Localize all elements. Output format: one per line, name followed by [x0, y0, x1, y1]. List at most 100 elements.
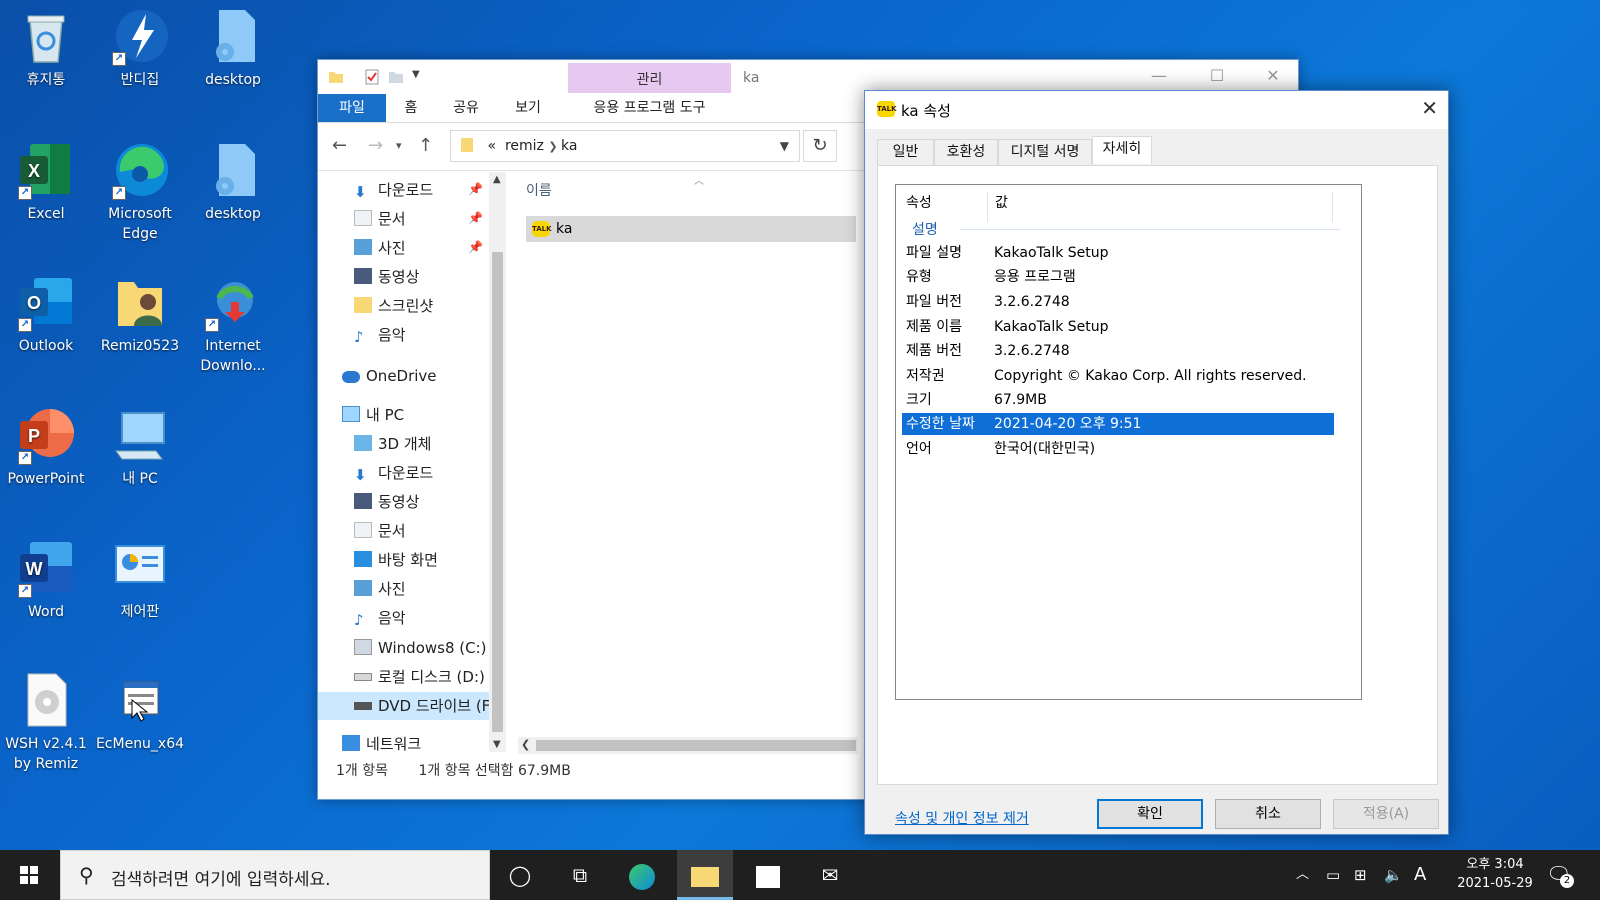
breadcrumb-remiz[interactable]: remiz	[505, 138, 544, 154]
column-divider[interactable]	[987, 192, 988, 222]
wsh-file-icon[interactable]: WSH v2.4.1 by Remiz	[0, 670, 92, 774]
remiz-folder-icon[interactable]: Remiz0523	[94, 272, 186, 356]
nav-pictures-pinned[interactable]: 사진	[354, 234, 406, 262]
close-button[interactable]: ✕	[1258, 66, 1288, 88]
tab-view[interactable]: 보기	[510, 94, 546, 122]
network-icon[interactable]: ⊞	[1354, 850, 1367, 900]
tab-general[interactable]: 일반	[877, 139, 934, 165]
detail-row[interactable]: 파일 버전 3.2.6.2748	[902, 291, 1334, 313]
breadcrumb-prefix[interactable]: «	[487, 138, 496, 154]
detail-row[interactable]: 제품 버전 3.2.6.2748	[902, 340, 1334, 362]
file-explorer-taskbar-icon[interactable]	[677, 850, 733, 900]
task-view-icon[interactable]: ⧉	[552, 850, 608, 900]
ime-indicator[interactable]: A	[1414, 850, 1426, 900]
scroll-thumb[interactable]	[492, 252, 503, 732]
detail-row[interactable]: 크기 67.9MB	[902, 389, 1334, 411]
breadcrumb-ka[interactable]: ka	[561, 138, 577, 154]
pin-icon[interactable]: 📌	[468, 240, 483, 254]
volume-icon[interactable]: 🔈	[1384, 850, 1403, 900]
forward-arrow-icon[interactable]: →	[368, 135, 383, 156]
detail-row-selected[interactable]: 수정한 날짜 2021-04-20 오후 9:51	[902, 413, 1334, 435]
recent-locations-chevron-icon[interactable]: ▾	[396, 139, 402, 152]
nav-pictures-pc[interactable]: 사진	[354, 575, 406, 603]
ecmenu-icon[interactable]: EcMenu_x64	[94, 670, 186, 754]
column-header-name[interactable]: 이름	[526, 180, 552, 200]
powerpoint-shortcut-icon[interactable]: P ↗ PowerPoint	[0, 405, 92, 489]
internet-download-manager-icon[interactable]: ↗ Internet Downlo...	[187, 272, 279, 376]
recycle-bin-icon[interactable]: 휴지통	[0, 6, 92, 90]
detail-row[interactable]: 제품 이름 KakaoTalk Setup	[902, 316, 1334, 338]
detail-row[interactable]: 유형 응용 프로그램	[902, 266, 1334, 288]
cancel-button[interactable]: 취소	[1215, 799, 1321, 829]
store-taskbar-icon[interactable]	[740, 850, 796, 900]
apply-button[interactable]: 적용(A)	[1333, 799, 1439, 829]
nav-screenshots[interactable]: 스크린샷	[354, 292, 433, 320]
control-panel-icon[interactable]: 제어판	[94, 538, 186, 622]
refresh-button[interactable]: ↻	[803, 130, 837, 162]
tab-file[interactable]: 파일	[318, 94, 386, 122]
scroll-up-arrow-icon[interactable]: ▲	[493, 174, 501, 185]
outlook-shortcut-icon[interactable]: O ↗ Outlook	[0, 272, 92, 356]
nav-drive-c[interactable]: Windows8 (C:)	[354, 634, 487, 662]
properties-check-icon[interactable]	[364, 69, 380, 85]
column-header-value[interactable]: 값	[995, 192, 1008, 212]
address-dropdown-chevron-icon[interactable]: ▼	[780, 131, 789, 161]
ok-button[interactable]: 확인	[1097, 799, 1203, 829]
scroll-left-arrow-icon[interactable]: ❮	[521, 738, 530, 751]
nav-3d-objects[interactable]: 3D 개체	[354, 430, 431, 458]
clock[interactable]: 오후 3:04 2021-05-29	[1440, 855, 1550, 893]
notification-center-icon[interactable]: 🗨 2	[1546, 862, 1574, 888]
tab-details[interactable]: 자세히	[1092, 136, 1152, 164]
excel-shortcut-icon[interactable]: X ↗ Excel	[0, 140, 92, 224]
desktop-file-icon[interactable]: desktop	[187, 6, 279, 90]
pin-icon[interactable]: 📌	[468, 182, 483, 196]
nav-downloads[interactable]: ⬇ 다운로드	[354, 459, 433, 487]
desktop-file-icon[interactable]: desktop	[187, 140, 279, 224]
show-hidden-icons-chevron-icon[interactable]: ︿	[1296, 850, 1309, 900]
device-icon[interactable]: ▭	[1326, 850, 1340, 900]
nav-this-pc[interactable]: 내 PC	[342, 401, 404, 429]
nav-vertical-scrollbar[interactable]: ▲ ▼	[489, 172, 506, 752]
remove-properties-link[interactable]: 속성 및 개인 정보 제거	[895, 808, 1029, 828]
close-icon[interactable]: ✕	[1421, 96, 1438, 120]
file-row[interactable]: TALK ka	[526, 216, 856, 242]
column-divider[interactable]	[1332, 192, 1333, 222]
nav-documents-pinned[interactable]: 문서	[354, 205, 406, 233]
nav-music[interactable]: ♪ 음악	[354, 321, 406, 349]
taskbar-search[interactable]: ⚲ 검색하려면 여기에 입력하세요.	[60, 850, 490, 900]
detail-row[interactable]: 파일 설명 KakaoTalk Setup	[902, 242, 1334, 264]
bandizip-shortcut-icon[interactable]: ↗ 반디집	[94, 6, 186, 90]
nav-music-pc[interactable]: ♪ 음악	[354, 604, 406, 632]
back-arrow-icon[interactable]: ←	[332, 135, 347, 156]
scroll-thumb[interactable]	[536, 740, 856, 751]
nav-drive-d[interactable]: 로컬 디스크 (D:)	[354, 663, 485, 691]
word-shortcut-icon[interactable]: W ↗ Word	[0, 538, 92, 622]
pin-icon[interactable]: 📌	[468, 211, 483, 225]
cortana-icon[interactable]: ◯	[492, 850, 548, 900]
edge-shortcut-icon[interactable]: ↗ Microsoft Edge	[94, 140, 186, 244]
details-list[interactable]: 속성 값 설명 파일 설명 KakaoTalk Setup 유형 응용 프로그램 파…	[895, 184, 1362, 700]
nav-dvd-drive[interactable]: DVD 드라이브 (F	[318, 692, 490, 720]
up-arrow-icon[interactable]: ↑	[418, 135, 433, 156]
tab-compatibility[interactable]: 호환성	[934, 139, 998, 165]
edge-taskbar-icon[interactable]	[614, 850, 670, 900]
scroll-down-arrow-icon[interactable]: ▼	[493, 739, 501, 750]
nav-downloads-pinned[interactable]: ⬇ 다운로드	[354, 176, 433, 204]
nav-documents-pc[interactable]: 문서	[354, 517, 406, 545]
tab-share[interactable]: 공유	[448, 94, 484, 122]
mail-taskbar-icon[interactable]: ✉	[802, 850, 858, 900]
tab-app-tools[interactable]: 응용 프로그램 도구	[568, 94, 731, 122]
maximize-button[interactable]: ☐	[1202, 66, 1232, 88]
tab-digital-signatures[interactable]: 디지털 서명	[998, 139, 1092, 165]
start-button[interactable]	[0, 850, 60, 900]
nav-videos-pc[interactable]: 동영상	[354, 488, 419, 516]
detail-row[interactable]: 저작권 Copyright © Kakao Corp. All rights re…	[902, 365, 1334, 387]
nav-network[interactable]: 네트워크	[342, 730, 421, 758]
column-header-property[interactable]: 속성	[906, 192, 932, 212]
nav-onedrive[interactable]: OneDrive	[342, 362, 437, 390]
tab-home[interactable]: 홈	[396, 94, 426, 122]
manage-contextual-tab[interactable]: 관리	[568, 63, 731, 93]
quick-access-dropdown-icon[interactable]: ▼	[412, 69, 428, 85]
nav-videos[interactable]: 동영상	[354, 263, 419, 291]
new-folder-icon[interactable]	[388, 69, 404, 85]
